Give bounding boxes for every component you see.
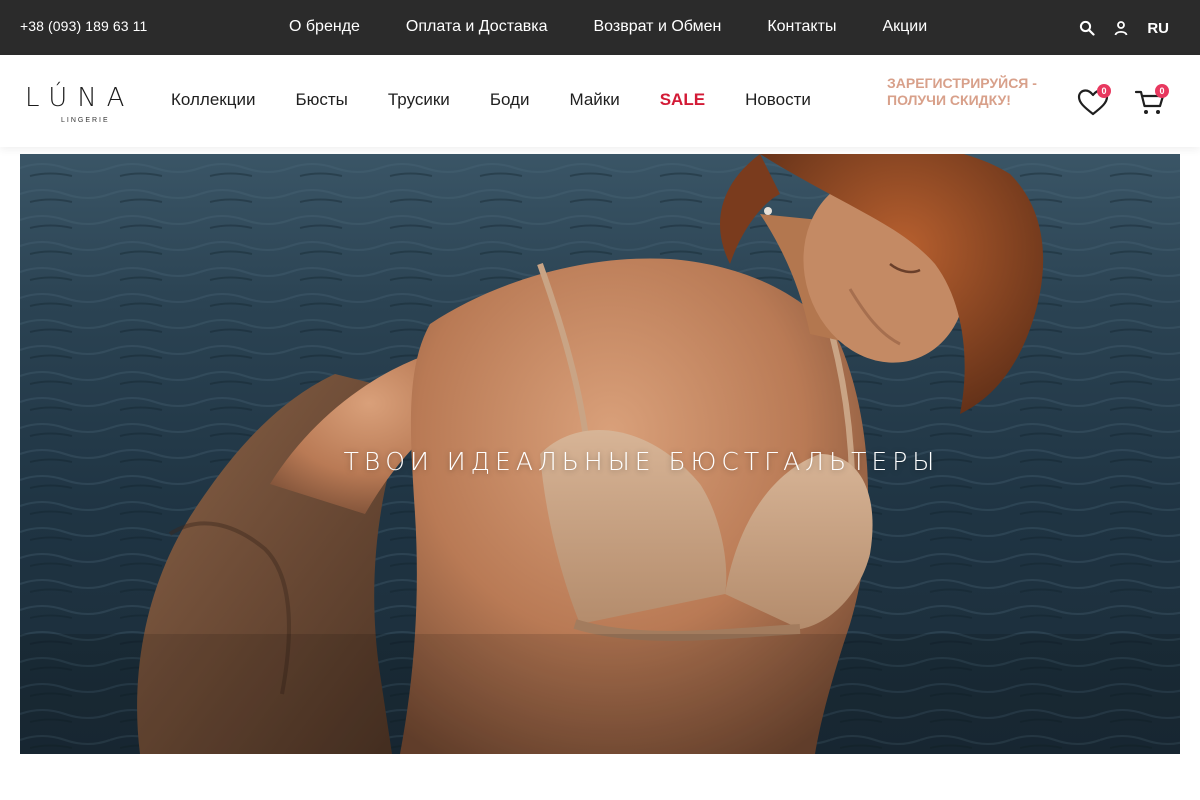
top-bar: +38 (093) 189 63 11 О бренде Оплата и До… — [0, 0, 1200, 55]
register-promo-link[interactable]: Зарегистрируйся - получи скидку! — [887, 75, 1047, 109]
top-link-promotions[interactable]: Акции — [882, 18, 927, 36]
hero-banner[interactable]: ТВОИ ИДЕАЛЬНЫЕ БЮСТГАЛЬТЕРЫ — [20, 154, 1180, 754]
cart-button[interactable]: 0 — [1134, 84, 1169, 119]
wishlist-count-badge: 0 — [1097, 84, 1111, 98]
user-icon[interactable] — [1111, 18, 1131, 38]
top-links: О бренде Оплата и Доставка Возврат и Обм… — [289, 18, 927, 36]
nav-news[interactable]: Новости — [745, 90, 811, 110]
top-link-contacts[interactable]: Контакты — [767, 18, 836, 36]
search-icon[interactable] — [1077, 18, 1097, 38]
wishlist-button[interactable]: 0 — [1076, 84, 1111, 119]
nav-bras[interactable]: Бюсты — [295, 90, 347, 110]
nav-bodies[interactable]: Боди — [490, 90, 530, 110]
top-link-about[interactable]: О бренде — [289, 18, 360, 36]
brand-logo[interactable]: LÚNA LINGERIE — [25, 83, 147, 129]
nav-sale[interactable]: SALE — [660, 90, 705, 110]
nav-collections[interactable]: Коллекции — [171, 90, 255, 110]
logo-subtitle: LINGERIE — [61, 117, 110, 124]
main-header: LÚNA LINGERIE Коллекции Бюсты Трусики Бо… — [0, 55, 1200, 147]
top-tools: RU — [1077, 18, 1169, 38]
cart-count-badge: 0 — [1155, 84, 1169, 98]
language-switcher[interactable]: RU — [1147, 20, 1169, 37]
logo-text: LÚNA — [25, 83, 135, 113]
nav-panties[interactable]: Трусики — [388, 90, 450, 110]
top-link-payment-delivery[interactable]: Оплата и Доставка — [406, 18, 548, 36]
phone-link[interactable]: +38 (093) 189 63 11 — [20, 18, 147, 34]
hero-headline: ТВОИ ИДЕАЛЬНЫЕ БЮСТГАЛЬТЕРЫ — [343, 447, 940, 476]
main-nav: Коллекции Бюсты Трусики Боди Майки SALE … — [171, 90, 851, 110]
nav-tops[interactable]: Майки — [569, 90, 619, 110]
top-link-returns[interactable]: Возврат и Обмен — [594, 18, 722, 36]
